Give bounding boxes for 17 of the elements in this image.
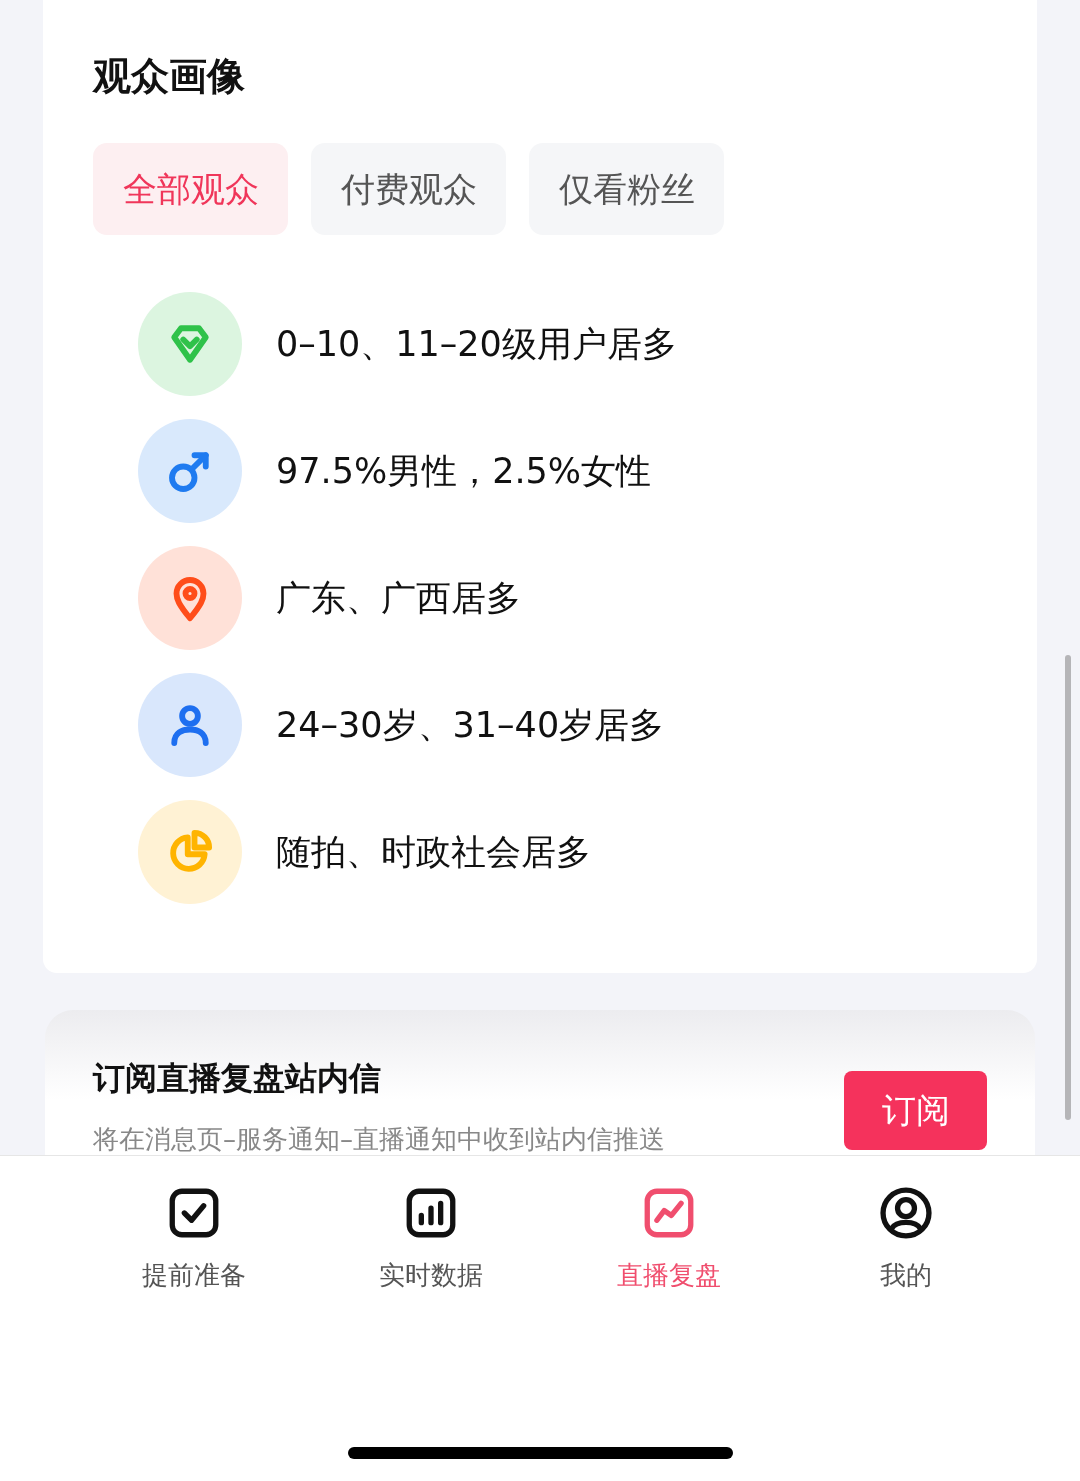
tab-label[interactable]: 提前准备: [142, 1256, 246, 1295]
insight-text: 0–10、11–20级用户居多: [276, 322, 677, 366]
insight-text: 广东、广西居多: [276, 576, 521, 620]
insight-text: 随拍、时政社会居多: [276, 830, 591, 874]
insight-text: 24–30岁、31–40岁居多: [276, 703, 665, 747]
tab-label[interactable]: 实时数据: [379, 1256, 484, 1295]
subscribe-title: 订阅直播复盘站内信: [93, 1058, 382, 1098]
filter-tab[interactable]: 全部观众: [93, 143, 288, 235]
tab-label[interactable]: 直播复盘: [616, 1256, 721, 1295]
filter-tab[interactable]: 付费观众: [311, 143, 506, 235]
tab-label[interactable]: 我的: [880, 1256, 932, 1295]
section-title: 观众画像: [93, 53, 246, 100]
insight-text: 97.5%男性，2.5%女性: [276, 449, 652, 493]
subscribe-button[interactable]: 订阅: [844, 1071, 987, 1150]
subscribe-description: 将在消息页–服务通知–直播通知中收到站内信推送: [93, 1123, 665, 1156]
profile-icon[interactable]: [877, 1184, 935, 1242]
filter-tab[interactable]: 仅看粉丝: [529, 143, 724, 235]
